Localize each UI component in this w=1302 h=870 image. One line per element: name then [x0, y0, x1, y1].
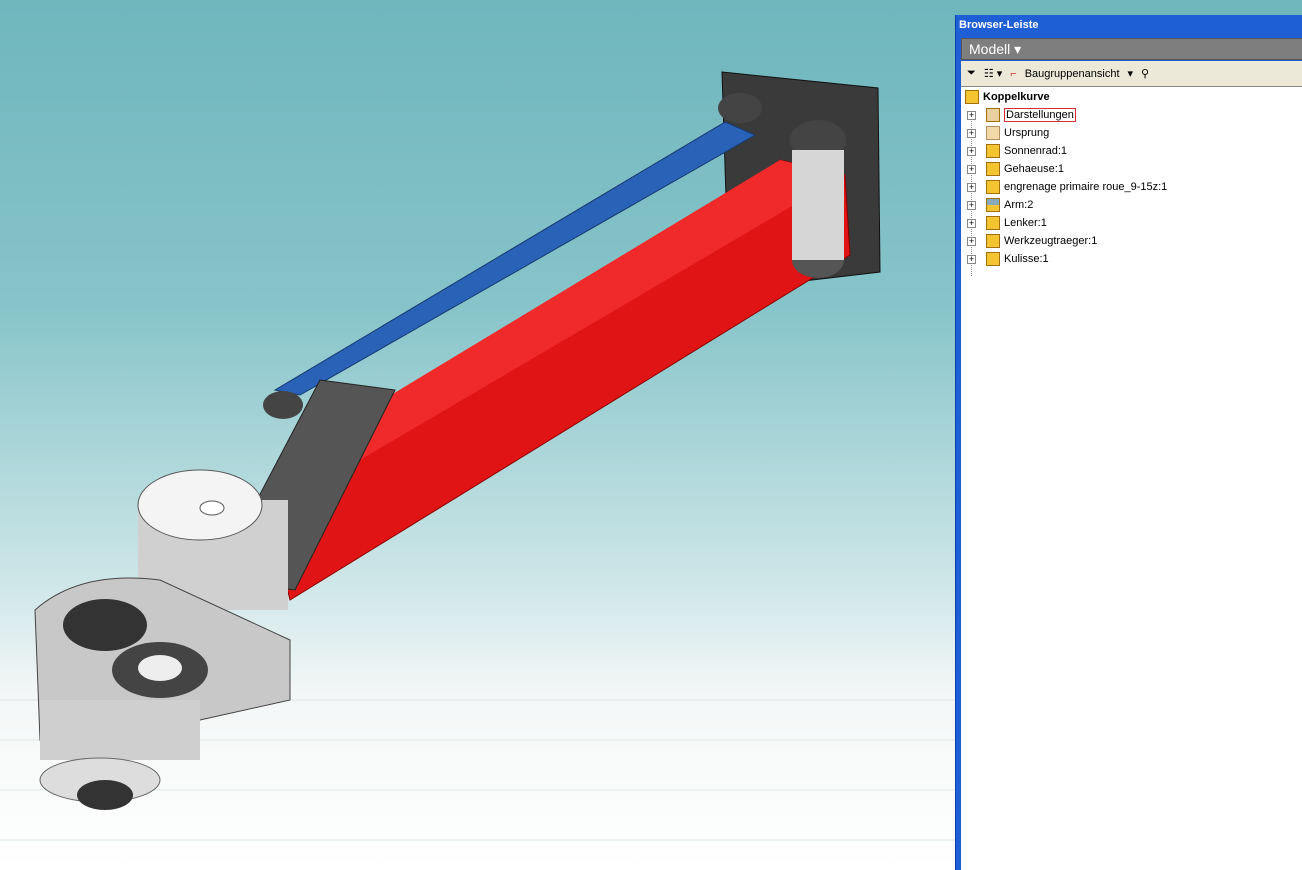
cad-model: [0, 71, 955, 841]
expand-icon[interactable]: +: [967, 218, 976, 228]
representations-icon: [986, 108, 1000, 122]
tree-item[interactable]: + Kulisse:1: [961, 250, 1049, 268]
part-pinned-icon: [986, 144, 1000, 158]
filter-icon[interactable]: ⏷: [967, 67, 976, 80]
model-tree: Koppelkurve + Darstellungen + Ursprung + So…: [961, 86, 1302, 870]
expand-icon[interactable]: +: [967, 110, 976, 120]
expand-icon[interactable]: +: [967, 254, 976, 264]
browser-panel: Browser-Leiste Modell ▾ ⏷ ☷ ▾ ⌐ Baugrupp…: [955, 0, 1302, 870]
tree-item[interactable]: + Ursprung: [961, 124, 1049, 142]
expand-icon[interactable]: +: [967, 128, 976, 138]
assembly-view-icon: ⌐: [1010, 67, 1017, 80]
tree-item[interactable]: + Sonnenrad:1: [961, 142, 1067, 160]
part-icon: [986, 162, 1000, 176]
assembly-icon: [986, 198, 1000, 212]
expand-icon[interactable]: +: [967, 164, 976, 174]
dropdown-arrow-icon[interactable]: ▾: [1128, 67, 1134, 80]
panel-title: Browser-Leiste: [959, 19, 1039, 31]
folder-icon: [986, 126, 1000, 140]
part-icon: [986, 234, 1000, 248]
binoculars-icon[interactable]: ⚲: [1141, 67, 1149, 80]
3d-viewport[interactable]: [0, 0, 955, 870]
part-icon: [986, 180, 1000, 194]
expand-icon[interactable]: +: [967, 146, 976, 156]
tree-item[interactable]: + Arm:2: [961, 196, 1033, 214]
expand-icon[interactable]: +: [967, 200, 976, 210]
tree-item[interactable]: + Darstellungen: [961, 106, 1076, 124]
expand-icon[interactable]: +: [967, 182, 976, 192]
assembly-view-dropdown[interactable]: Baugruppenansicht: [1025, 68, 1120, 80]
expand-icon[interactable]: +: [967, 236, 976, 246]
model-dropdown[interactable]: Modell ▾: [961, 38, 1302, 60]
tree-item[interactable]: + Lenker:1: [961, 214, 1047, 232]
tree-item[interactable]: + engrenage primaire roue_9-15z:1: [961, 178, 1167, 196]
tree-item[interactable]: + Werkzeugtraeger:1: [961, 232, 1097, 250]
part-icon: [986, 216, 1000, 230]
tree-root[interactable]: Koppelkurve: [961, 88, 1050, 106]
tree-view-icon[interactable]: ☷ ▾: [984, 67, 1002, 80]
browser-toolbar: ⏷ ☷ ▾ ⌐ Baugruppenansicht ▾ ⚲: [961, 61, 1302, 86]
part-icon: [986, 252, 1000, 266]
tree-item[interactable]: + Gehaeuse:1: [961, 160, 1064, 178]
assembly-icon: [965, 90, 979, 104]
